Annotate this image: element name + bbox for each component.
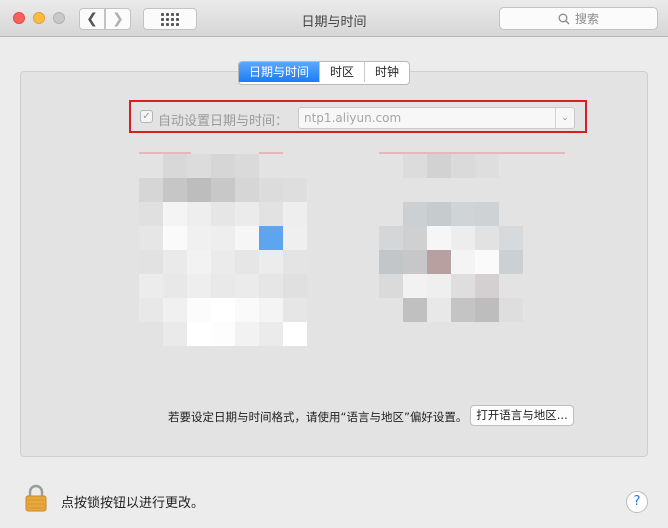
auto-time-checkbox[interactable]: ✓	[140, 110, 153, 123]
search-placeholder: 搜索	[574, 12, 599, 26]
time-server-combobox[interactable]: ntp1.aliyun.com ⌄	[298, 107, 575, 129]
format-hint-text: 若要设定日期与时间格式，请使用“语言与地区”偏好设置。	[168, 410, 468, 424]
search-icon	[558, 13, 570, 24]
lock-hint-text: 点按锁按钮以进行更改。	[61, 496, 205, 511]
chevron-down-icon[interactable]: ⌄	[555, 108, 574, 128]
clock-blurred	[379, 154, 525, 322]
help-button[interactable]: ?	[626, 491, 648, 513]
tab-time-zone[interactable]: 时区	[319, 62, 364, 82]
help-icon: ?	[633, 494, 641, 509]
search-field[interactable]: 搜索	[499, 7, 658, 30]
tab-date-time[interactable]: 日期与时间	[239, 62, 320, 82]
time-server-value: ntp1.aliyun.com	[304, 111, 402, 125]
title-bar: ❮ ❯ 日期与时间 搜索	[0, 0, 668, 37]
calendar-blurred[interactable]	[139, 154, 309, 346]
lock-button[interactable]	[25, 484, 47, 512]
open-language-region-button[interactable]: 打开语言与地区...	[470, 405, 574, 426]
tab-clock[interactable]: 时钟	[364, 62, 409, 82]
lock-icon	[25, 484, 47, 512]
tab-bar: 日期与时间 时区 时钟	[238, 61, 411, 85]
auto-time-label: 自动设置日期与时间：	[158, 114, 289, 129]
calendar-selected-day	[259, 226, 283, 250]
